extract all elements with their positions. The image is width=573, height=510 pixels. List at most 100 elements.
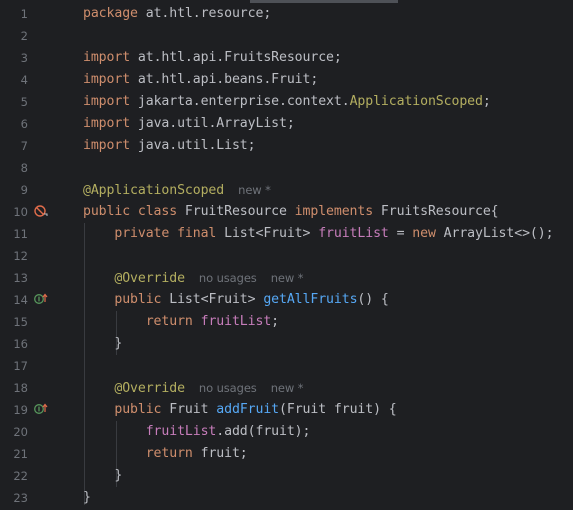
inlay-hint[interactable]: new * xyxy=(271,271,304,285)
code-line[interactable]: 13 @Override no usages new * xyxy=(0,267,573,289)
line-number: 22 xyxy=(13,469,28,483)
code-line[interactable]: 2 xyxy=(0,25,573,47)
code-text: private final List<Fruit> fruitList = ne… xyxy=(83,223,553,245)
code-token: package xyxy=(83,6,138,21)
line-number: 2 xyxy=(20,29,28,43)
code-text: import at.htl.api.FruitsResource; xyxy=(83,47,342,69)
code-line[interactable]: 20 fruitList.add(fruit); xyxy=(0,421,573,443)
code-token: at.htl.api.FruitsResource; xyxy=(130,50,342,65)
code-token: fruitList xyxy=(145,424,217,439)
code-token: public xyxy=(114,292,162,307)
inlay-hint[interactable]: no usages xyxy=(199,381,257,395)
code-token: ; xyxy=(482,94,491,109)
code-line[interactable]: 11 private final List<Fruit> fruitList =… xyxy=(0,223,573,245)
code-line[interactable]: 14 public List<Fruit> getAllFruits() { xyxy=(0,289,573,311)
code-token: () { xyxy=(357,292,389,307)
code-text: package at.htl.resource; xyxy=(83,3,271,25)
code-token: } xyxy=(83,490,91,505)
code-text: import jakarta.enterprise.context.Applic… xyxy=(83,91,491,113)
line-number: 20 xyxy=(13,425,28,439)
code-line[interactable]: 10 public class FruitResource implements … xyxy=(0,201,573,223)
code-text: } xyxy=(83,487,91,509)
code-token: @ApplicationScoped xyxy=(83,183,225,198)
line-number: 7 xyxy=(20,139,28,153)
code-text: public Fruit addFruit(Fruit fruit) { xyxy=(83,399,397,421)
code-token: java.util.List; xyxy=(130,138,256,153)
code-line[interactable]: 9 @ApplicationScoped new * xyxy=(0,179,573,201)
code-line[interactable]: 22 } xyxy=(0,465,573,487)
code-line[interactable]: 15 return fruitList; xyxy=(0,311,573,333)
code-text: return fruit; xyxy=(83,443,248,465)
code-line[interactable]: 1 package at.htl.resource; xyxy=(0,3,573,25)
line-number: 10 xyxy=(13,205,28,219)
code-token: ArrayList<>(); xyxy=(435,226,554,241)
code-text: return fruitList; xyxy=(83,311,279,333)
code-editor[interactable]: 1 package at.htl.resource; 2 3 import at.htl… xyxy=(0,0,573,510)
code-token: fruit; xyxy=(192,446,248,461)
code-token: return xyxy=(145,446,193,461)
line-number: 12 xyxy=(13,249,28,263)
code-token: ApplicationScoped xyxy=(349,94,483,109)
inlay-hint[interactable]: new * xyxy=(238,183,271,197)
code-token: fruitList xyxy=(200,314,272,329)
code-line[interactable]: 5 import jakarta.enterprise.context.Appli… xyxy=(0,91,573,113)
implements-method-up-arrow-icon[interactable] xyxy=(34,403,48,415)
line-number: 3 xyxy=(20,51,28,65)
code-token: import xyxy=(83,72,131,87)
line-number: 4 xyxy=(20,73,28,87)
inlay-hint[interactable]: new * xyxy=(271,381,304,395)
code-text: public List<Fruit> getAllFruits() { xyxy=(83,289,389,311)
code-token: List<Fruit> xyxy=(161,292,264,307)
code-line[interactable]: 16 } xyxy=(0,333,573,355)
code-text: } xyxy=(83,465,122,487)
code-line[interactable]: 23} xyxy=(0,487,573,509)
line-number: 19 xyxy=(13,403,28,417)
code-line[interactable]: 17 xyxy=(0,355,573,377)
code-text: @Override no usages new * xyxy=(83,377,303,400)
code-token: } xyxy=(83,468,123,483)
code-line[interactable]: 19 public Fruit addFruit(Fruit fruit) { xyxy=(0,399,573,421)
line-number: 14 xyxy=(13,293,28,307)
no-entry-implements-icon[interactable] xyxy=(34,205,48,217)
code-token: private final xyxy=(114,226,217,241)
code-line[interactable]: 21 return fruit; xyxy=(0,443,573,465)
code-text: import java.util.List; xyxy=(83,135,256,157)
line-number: 23 xyxy=(13,491,28,505)
code-token: fruitList xyxy=(318,226,389,241)
code-text: import java.util.ArrayList; xyxy=(83,113,295,135)
code-token: getAllFruits xyxy=(263,292,358,307)
code-token: implements xyxy=(294,204,374,219)
code-line[interactable]: 18 @Override no usages new * xyxy=(0,377,573,399)
code-text: } xyxy=(83,333,122,355)
inlay-hint[interactable]: no usages xyxy=(199,271,257,285)
code-line[interactable]: 4 import at.htl.api.beans.Fruit; xyxy=(0,69,573,91)
code-line[interactable]: 6 import java.util.ArrayList; xyxy=(0,113,573,135)
code-token: (Fruit fruit) { xyxy=(279,402,397,417)
code-token: new xyxy=(412,226,436,241)
code-text: public class FruitResource implements Fr… xyxy=(83,201,499,223)
line-number: 13 xyxy=(13,271,28,285)
code-token: java.util.ArrayList; xyxy=(130,116,295,131)
code-line[interactable]: 8 xyxy=(0,157,573,179)
code-line[interactable]: 3 import at.htl.api.FruitsResource; xyxy=(0,47,573,69)
code-text: import at.htl.api.beans.Fruit; xyxy=(83,69,318,91)
code-token: at.htl.api.beans.Fruit; xyxy=(130,72,319,87)
code-line[interactable]: 7 import java.util.List; xyxy=(0,135,573,157)
code-token: FruitResource xyxy=(177,204,295,219)
line-number: 11 xyxy=(13,227,28,241)
code-token: public class xyxy=(83,204,178,219)
implements-method-up-arrow-icon[interactable] xyxy=(34,293,48,305)
code-line[interactable]: 12 xyxy=(0,245,573,267)
line-number: 18 xyxy=(13,381,28,395)
code-token: .add(fruit); xyxy=(216,424,311,439)
code-token: } xyxy=(83,336,123,351)
code-token: @Override xyxy=(114,381,185,396)
code-text: @ApplicationScoped new * xyxy=(83,179,271,202)
